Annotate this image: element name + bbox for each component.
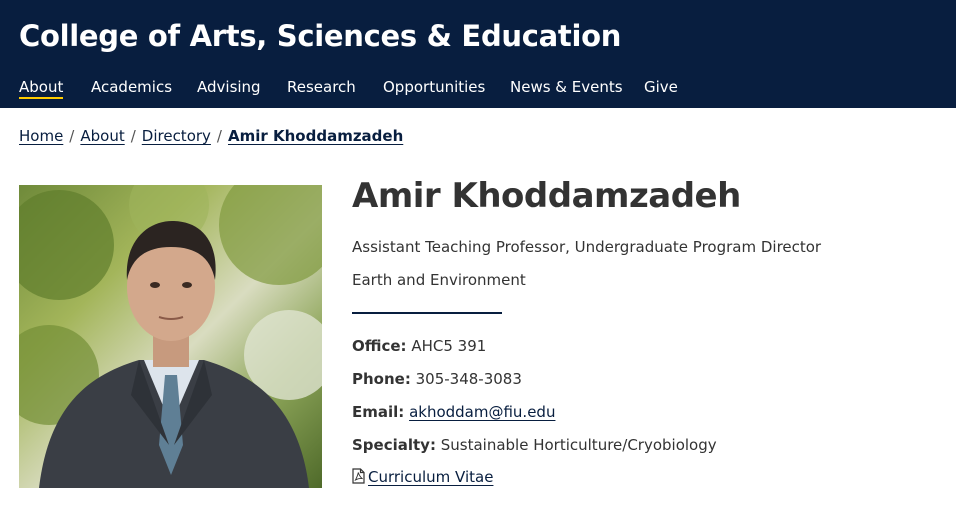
department: Earth and Environment <box>352 271 526 289</box>
breadcrumb-about[interactable]: About <box>80 127 124 145</box>
office-row: Office: AHC5 391 <box>352 337 486 355</box>
site-title[interactable]: College of Arts, Sciences & Education <box>19 19 621 53</box>
specialty-row: Specialty: Sustainable Horticulture/Cryo… <box>352 436 717 454</box>
email-label: Email: <box>352 403 405 421</box>
nav-item-academics[interactable]: Academics <box>91 78 172 96</box>
phone-label: Phone: <box>352 370 411 388</box>
office-value: AHC5 391 <box>411 337 487 355</box>
breadcrumb-current: Amir Khoddamzadeh <box>227 127 404 145</box>
nav-item-about[interactable]: About <box>19 78 64 99</box>
office-label: Office: <box>352 337 407 355</box>
job-title: Assistant Teaching Professor, Undergradu… <box>352 238 822 256</box>
breadcrumb-separator: / <box>130 127 136 145</box>
breadcrumb-separator: / <box>69 127 75 145</box>
nav-item-give[interactable]: Give <box>644 78 678 96</box>
email-link[interactable]: akhoddam@fiu.edu <box>409 403 555 421</box>
specialty-value: Sustainable Horticulture/Cryobiology <box>440 436 717 454</box>
phone-value: 305-348-3083 <box>415 370 522 388</box>
nav-item-news-events[interactable]: News & Events <box>510 78 623 96</box>
profile-photo <box>19 185 322 488</box>
person-name: Amir Khoddamzadeh <box>352 176 741 216</box>
cv-row: Curriculum Vitae <box>352 468 493 488</box>
nav-item-research[interactable]: Research <box>287 78 356 96</box>
breadcrumb-home[interactable]: Home <box>19 127 63 145</box>
phone-row: Phone: 305-348-3083 <box>352 370 522 388</box>
nav-item-advising[interactable]: Advising <box>197 78 261 96</box>
portrait-photo <box>19 185 322 488</box>
pdf-file-icon <box>352 468 365 488</box>
specialty-label: Specialty: <box>352 436 436 454</box>
breadcrumb-directory[interactable]: Directory <box>142 127 211 145</box>
cv-link[interactable]: Curriculum Vitae <box>368 468 493 486</box>
breadcrumb: Home / About / Directory / Amir Khoddamzadeh <box>19 127 403 147</box>
site-header: College of Arts, Sciences & Education Ab… <box>0 0 956 108</box>
divider <box>352 312 502 314</box>
nav-item-opportunities[interactable]: Opportunities <box>383 78 485 96</box>
email-row: Email: akhoddam@fiu.edu <box>352 403 555 421</box>
breadcrumb-separator: / <box>216 127 222 145</box>
